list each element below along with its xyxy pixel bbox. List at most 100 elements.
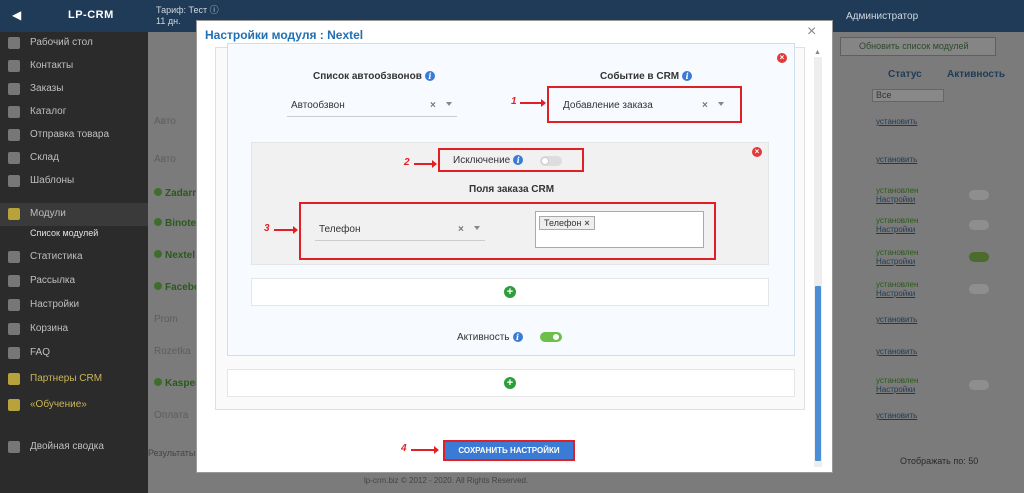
sidebar-item-contacts[interactable]: Контакты xyxy=(0,55,148,78)
dashboard-icon xyxy=(8,37,20,49)
sidebar-item-partners[interactable]: Партнеры CRM xyxy=(0,368,148,391)
column-header-activity[interactable]: Активность xyxy=(947,69,1005,80)
module-row-status[interactable]: установлен Настройки xyxy=(876,186,918,204)
autodial-select[interactable]: Автообзвон × xyxy=(287,95,457,117)
check-icon xyxy=(154,188,162,196)
sidebar-item-catalog[interactable]: Каталог xyxy=(0,101,148,124)
module-active-toggle[interactable] xyxy=(969,190,989,200)
sidebar-item-module-list[interactable]: Список модулей xyxy=(0,226,148,241)
annotation-number-2: 2 xyxy=(404,157,410,168)
crm-event-label: Событие в CRM i xyxy=(600,71,693,82)
graduation-icon xyxy=(8,399,20,411)
module-row-name: Оплата xyxy=(154,410,189,421)
per-page-select[interactable]: Отображать по: 50 xyxy=(900,456,978,466)
module-row-status[interactable]: установить xyxy=(876,117,917,126)
annotation-number-1: 1 xyxy=(511,96,517,107)
annotation-number-3: 3 xyxy=(264,223,270,234)
info-icon[interactable]: i xyxy=(682,71,693,81)
gear-icon xyxy=(8,299,20,311)
check-icon xyxy=(154,250,162,258)
module-active-toggle[interactable] xyxy=(969,284,989,294)
sidebar-item-mailing[interactable]: Рассылка xyxy=(0,270,148,293)
module-row-status[interactable]: установлен Настройки xyxy=(876,280,918,298)
close-icon[interactable]: × xyxy=(807,23,816,41)
module-row-status[interactable]: установить xyxy=(876,411,917,420)
modules-icon xyxy=(8,208,20,220)
scrollbar-thumb[interactable] xyxy=(815,286,821,461)
add-rule-icon[interactable]: + xyxy=(504,377,516,389)
footer-copyright: lp-crm.biz © 2012 - 2020. All Rights Res… xyxy=(364,476,529,485)
trash-icon xyxy=(8,323,20,335)
info-icon[interactable]: i xyxy=(512,332,523,342)
crm-order-fields-label: Поля заказа CRM xyxy=(469,184,555,195)
module-row-status[interactable]: установлен Настройки xyxy=(876,216,918,234)
sidebar-item-templates[interactable]: Шаблоны xyxy=(0,170,148,193)
module-active-toggle[interactable] xyxy=(969,220,989,230)
sidebar-item-trash[interactable]: Корзина xyxy=(0,318,148,341)
info-icon[interactable]: i xyxy=(424,71,435,81)
annotation-arrow-3 xyxy=(274,226,298,234)
remove-condition-icon[interactable]: × xyxy=(752,147,762,157)
module-active-toggle[interactable] xyxy=(969,380,989,390)
module-row-name: Binotel xyxy=(154,218,199,229)
star-icon xyxy=(8,441,20,453)
check-icon xyxy=(154,282,162,290)
highlight-box-3 xyxy=(299,202,716,260)
sidebar-item-modules[interactable]: Модули xyxy=(0,203,148,226)
scroll-up-arrow-icon[interactable]: ▲ xyxy=(814,49,821,56)
annotation-arrow-2 xyxy=(414,160,437,168)
templates-icon xyxy=(8,175,20,187)
back-arrow-icon[interactable]: ◀ xyxy=(12,8,21,22)
check-icon xyxy=(154,378,162,386)
app-logo[interactable]: LP-CRM xyxy=(68,9,114,21)
autodial-list-label: Список автообзвонов i xyxy=(313,71,435,82)
module-row-name: Rozetka xyxy=(154,346,191,357)
sidebar-item-shipping[interactable]: Отправка товара xyxy=(0,124,148,147)
sidebar: Рабочий стол Контакты Заказы Каталог Отп… xyxy=(0,32,148,493)
sidebar-item-faq[interactable]: FAQ xyxy=(0,342,148,365)
sidebar-item-training[interactable]: «Обучение» xyxy=(0,394,148,417)
sidebar-item-statistics[interactable]: Статистика xyxy=(0,246,148,269)
module-row-name: Авто xyxy=(154,116,176,127)
contacts-icon xyxy=(8,60,20,72)
warehouse-icon xyxy=(8,152,20,164)
orders-icon xyxy=(8,83,20,95)
activity-toggle[interactable] xyxy=(540,332,562,342)
sidebar-item-settings[interactable]: Настройки xyxy=(0,294,148,317)
module-active-toggle[interactable] xyxy=(969,252,989,262)
highlight-box-2 xyxy=(438,148,584,172)
module-row-name: Kasper xyxy=(154,378,199,389)
catalog-icon xyxy=(8,106,20,118)
sidebar-item-double-summary[interactable]: Двойная сводка xyxy=(0,436,148,459)
user-menu[interactable]: Администратор xyxy=(846,11,918,22)
annotation-arrow-1 xyxy=(520,99,546,107)
module-row-name: Авто xyxy=(154,154,176,165)
handshake-icon xyxy=(8,373,20,385)
module-row-status[interactable]: установлен Настройки xyxy=(876,376,918,394)
column-header-status[interactable]: Статус xyxy=(888,69,922,80)
add-condition-icon[interactable]: + xyxy=(504,286,516,298)
module-row-status[interactable]: установить xyxy=(876,315,917,324)
clear-icon[interactable]: × xyxy=(430,100,436,111)
remove-rule-icon[interactable]: × xyxy=(777,53,787,63)
question-icon xyxy=(8,347,20,359)
sidebar-item-warehouse[interactable]: Склад xyxy=(0,147,148,170)
module-row-status[interactable]: установлен Настройки xyxy=(876,248,918,266)
sidebar-item-dashboard[interactable]: Рабочий стол xyxy=(0,32,148,55)
status-filter-select[interactable]: Все xyxy=(872,89,944,102)
chevron-down-icon[interactable] xyxy=(446,102,452,106)
refresh-modules-button[interactable]: Обновить список модулей xyxy=(840,37,996,56)
module-row-status[interactable]: установить xyxy=(876,155,917,164)
chart-icon xyxy=(8,251,20,263)
module-row-name: Prom xyxy=(154,314,178,325)
annotation-arrow-4 xyxy=(411,446,439,454)
module-row-name: Nextel xyxy=(154,250,195,261)
sidebar-item-orders[interactable]: Заказы xyxy=(0,78,148,101)
activity-label: Активность i xyxy=(457,332,523,343)
highlight-box-1 xyxy=(547,86,742,123)
module-row-status[interactable]: установить xyxy=(876,347,917,356)
annotation-number-4: 4 xyxy=(401,443,407,454)
save-settings-button[interactable]: СОХРАНИТЬ НАСТРОЙКИ xyxy=(443,440,575,461)
truck-icon xyxy=(8,129,20,141)
megaphone-icon xyxy=(8,275,20,287)
